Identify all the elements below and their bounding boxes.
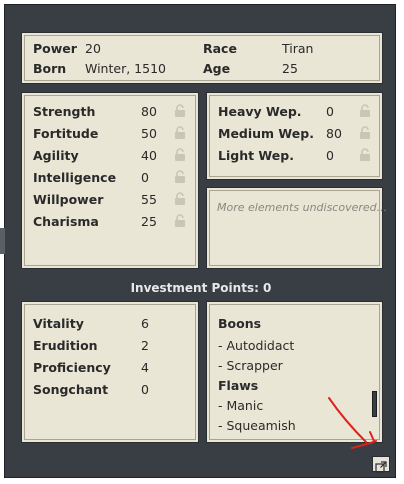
age-label: Age <box>203 61 231 76</box>
popout-button[interactable] <box>372 456 390 473</box>
attribute-value: 40 <box>141 148 157 163</box>
lock-icon[interactable] <box>359 126 371 140</box>
attribute-label: Strength <box>33 104 96 119</box>
flaw-item: - Squeamish <box>218 418 296 433</box>
flaw-item: - Manic <box>218 398 264 413</box>
lock-icon[interactable] <box>359 148 371 162</box>
attribute-value: 55 <box>141 192 157 207</box>
lock-icon[interactable] <box>174 214 186 228</box>
info-panel: Power 20 Race Tiran Born Winter, 1510 Ag… <box>21 32 383 84</box>
race-value: Tiran <box>282 41 314 56</box>
weapons-panel: Heavy Wep. 0 Medium Wep. 80 Light Wep. 0 <box>206 92 383 180</box>
attribute-value: 50 <box>141 126 157 141</box>
attribute-value: 80 <box>141 104 157 119</box>
lock-icon[interactable] <box>359 104 371 118</box>
skill-value: 0 <box>141 382 149 397</box>
traits-panel: Boons - Autodidact - Scrapper Flaws - Ma… <box>206 301 383 443</box>
weapon-label: Heavy Wep. <box>218 104 302 119</box>
weapon-label: Light Wep. <box>218 148 294 163</box>
born-value: Winter, 1510 <box>85 61 166 76</box>
external-link-icon <box>375 458 387 477</box>
skill-label: Vitality <box>33 316 84 331</box>
undiscovered-text: More elements undiscovered... <box>217 201 388 214</box>
power-value: 20 <box>85 41 101 56</box>
lock-icon[interactable] <box>174 170 186 184</box>
race-label: Race <box>203 41 237 56</box>
attribute-value: 0 <box>141 170 149 185</box>
character-sheet-window: Power 20 Race Tiran Born Winter, 1510 Ag… <box>4 4 396 478</box>
skill-label: Erudition <box>33 338 98 353</box>
lock-icon[interactable] <box>174 192 186 206</box>
skill-value: 6 <box>141 316 149 331</box>
skill-value: 2 <box>141 338 149 353</box>
attribute-label: Charisma <box>33 214 99 229</box>
skills-panel: Vitality 6 Erudition 2 Proficiency 4 Son… <box>21 301 199 443</box>
skill-label: Proficiency <box>33 360 111 375</box>
attribute-label: Fortitude <box>33 126 99 141</box>
lock-icon[interactable] <box>174 148 186 162</box>
boons-title: Boons <box>218 316 262 331</box>
born-label: Born <box>33 61 67 76</box>
boon-item: - Autodidact <box>218 338 295 353</box>
boon-item: - Scrapper <box>218 358 283 373</box>
weapon-value: 80 <box>326 126 342 141</box>
attribute-label: Willpower <box>33 192 104 207</box>
attribute-label: Agility <box>33 148 79 163</box>
lock-icon[interactable] <box>174 126 186 140</box>
weapon-value: 0 <box>326 148 334 163</box>
power-label: Power <box>33 41 77 56</box>
weapon-label: Medium Wep. <box>218 126 314 141</box>
skill-value: 4 <box>141 360 149 375</box>
attribute-value: 25 <box>141 214 157 229</box>
skill-label: Songchant <box>33 382 109 397</box>
flaws-title: Flaws <box>218 378 259 393</box>
undiscovered-panel: More elements undiscovered... <box>206 187 387 269</box>
age-value: 25 <box>282 61 298 76</box>
attributes-panel: Strength 80 Fortitude 50 Agility 40 Inte… <box>21 92 199 269</box>
traits-scrollbar[interactable] <box>372 391 377 417</box>
lock-icon[interactable] <box>174 104 186 118</box>
side-handle[interactable] <box>0 228 5 254</box>
attribute-label: Intelligence <box>33 170 117 185</box>
weapon-value: 0 <box>326 104 334 119</box>
investment-points: Investment Points: 0 <box>130 281 272 295</box>
